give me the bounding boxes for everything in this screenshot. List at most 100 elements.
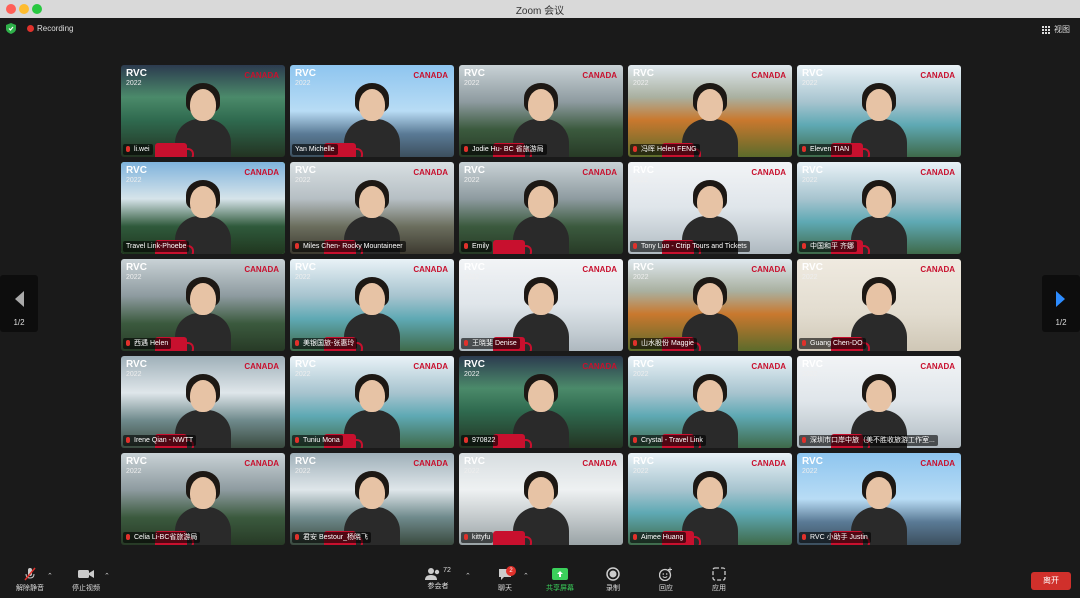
participant-tile[interactable]: RVC 2022 CANADA Tuniu Mona (290, 356, 454, 448)
share-screen-button[interactable]: 共享屏幕 (540, 567, 580, 593)
window-titlebar: Zoom 会议 (0, 0, 1080, 19)
canada-logo: CANADA (244, 265, 279, 274)
rvc-logo: RVC 2022 (295, 68, 316, 88)
participant-tile[interactable]: RVC 2022 CANADA Crystal - Travel Link (628, 356, 792, 448)
video-options-caret-icon[interactable]: ⌃ (104, 572, 110, 580)
participant-tile[interactable]: RVC 2022 CANADA 970822 (459, 356, 623, 448)
rvc-logo: RVC 2022 (295, 456, 316, 476)
smiley-plus-icon (659, 567, 672, 581)
mic-muted-icon (802, 534, 806, 540)
reactions-button[interactable]: 回应 (653, 567, 679, 593)
leave-meeting-button[interactable]: 离开 (1031, 572, 1071, 590)
participant-tile[interactable]: RVC 2022 CANADA Celia Li-BC省旅游局 (121, 453, 285, 545)
rvc-logo: RVC 2022 (802, 456, 823, 476)
participant-name: Miles Chen- Rocky Mountaineer (292, 241, 406, 252)
canada-logo: CANADA (582, 362, 617, 371)
participant-tile[interactable]: RVC 2022 CANADA li.wei (121, 65, 285, 157)
unmute-label: 解除静音 (16, 585, 44, 592)
mic-muted-icon (633, 534, 637, 540)
participant-video (324, 374, 400, 448)
participant-name: 冯晖 Helen FENG (630, 144, 700, 155)
participant-tile[interactable]: RVC 2022 CANADA Travel Link-Phoebe (121, 162, 285, 254)
participant-video (155, 277, 231, 351)
canada-logo: CANADA (413, 168, 448, 177)
participants-label: 参会者 (427, 583, 449, 590)
participants-caret-icon[interactable]: ⌃ (465, 572, 471, 580)
canada-logo: CANADA (751, 71, 786, 80)
participant-tile[interactable]: RVC 2022 CANADA Jodie Hu- BC 省旅游局 (459, 65, 623, 157)
participant-tile[interactable]: RVC 2022 CANADA 西遇 Helen (121, 259, 285, 351)
mic-muted-icon (802, 146, 806, 152)
next-page-button[interactable]: 1/2 (1042, 275, 1080, 332)
participant-name: 西遇 Helen (123, 338, 172, 349)
rvc-logo: RVC 2022 (126, 165, 147, 185)
participant-tile[interactable]: RVC 2022 CANADA 深圳市口岸中旅（美不胜收旅游工作室... (797, 356, 961, 448)
participant-tile[interactable]: RVC 2022 CANADA Guang Chen-DO (797, 259, 961, 351)
participant-tile[interactable]: RVC 2022 CANADA 美银国旅-张惠玲 (290, 259, 454, 351)
participants-button[interactable]: 72 参会者 (420, 567, 456, 591)
apps-label: 应用 (712, 585, 726, 592)
participant-video (493, 471, 569, 545)
window-title: Zoom 会议 (515, 6, 565, 17)
participant-name: Tuniu Mona (292, 435, 343, 446)
stop-video-button[interactable]: 停止视频 (66, 567, 106, 593)
rvc-logo: RVC 2022 (633, 68, 654, 88)
participant-video (493, 180, 569, 254)
rvc-logo: RVC 2022 (802, 68, 823, 88)
participant-name: 君安 Bestour_杨晓飞 (292, 532, 371, 543)
participant-tile[interactable]: RVC 2022 CANADA Aimee Huang (628, 453, 792, 545)
participant-tile[interactable]: RVC 2022 CANADA 山水股份 Maggie (628, 259, 792, 351)
participant-name: 中国和平 齐娜 (799, 241, 857, 252)
previous-page-button[interactable]: 1/2 (0, 275, 38, 332)
canada-logo: CANADA (244, 362, 279, 371)
record-button[interactable]: 录制 (600, 567, 626, 593)
participant-name: 美银国旅-张惠玲 (292, 338, 358, 349)
canada-logo: CANADA (751, 168, 786, 177)
audio-options-caret-icon[interactable]: ⌃ (47, 572, 53, 580)
participant-tile[interactable]: RVC 2022 CANADA kittyfu (459, 453, 623, 545)
participant-tile[interactable]: RVC 2022 CANADA Emily (459, 162, 623, 254)
recording-indicator[interactable]: Recording (27, 24, 73, 33)
participant-tile[interactable]: RVC 2022 CANADA Yan Michelle (290, 65, 454, 157)
participant-tile[interactable]: RVC 2022 CANADA 君安 Bestour_杨晓飞 (290, 453, 454, 545)
participant-name: 970822 (461, 435, 499, 446)
rvc-logo: RVC 2022 (464, 165, 485, 185)
security-shield-icon[interactable] (6, 23, 16, 34)
mic-muted-icon (464, 146, 468, 152)
canada-logo: CANADA (751, 362, 786, 371)
canada-logo: CANADA (920, 265, 955, 274)
recording-label: Recording (37, 24, 74, 33)
rvc-logo: RVC 2022 (295, 262, 316, 282)
unmute-button[interactable]: 解除静音 (10, 567, 50, 593)
participant-tile[interactable]: RVC 2022 CANADA Eleven TIAN (797, 65, 961, 157)
participant-tile[interactable]: RVC 2022 CANADA 王晓斐 Denise (459, 259, 623, 351)
participant-tile[interactable]: RVC 2022 CANADA 冯晖 Helen FENG (628, 65, 792, 157)
participant-name: Guang Chen-DO (799, 338, 866, 349)
rvc-logo: RVC 2022 (633, 262, 654, 282)
participant-name: Aimee Huang (630, 532, 687, 543)
participant-tile[interactable]: RVC 2022 CANADA RVC 小助手 Justin (797, 453, 961, 545)
apps-button[interactable]: 应用 (706, 567, 732, 593)
mic-muted-icon (633, 146, 637, 152)
meeting-toolbar: 解除静音 ⌃ 停止视频 ⌃ 72 参会者 ⌃ 2 聊天 ⌃ 共享屏幕 录制 回应… (0, 564, 1080, 598)
participant-tile[interactable]: RVC 2022 CANADA Irene Qian - NWTT (121, 356, 285, 448)
participant-name: Jodie Hu- BC 省旅游局 (461, 144, 547, 155)
canada-logo: CANADA (413, 71, 448, 80)
participant-tile[interactable]: RVC 2022 CANADA 中国和平 齐娜 (797, 162, 961, 254)
canada-logo: CANADA (413, 362, 448, 371)
share-screen-label: 共享屏幕 (546, 585, 574, 592)
participant-name: 深圳市口岸中旅（美不胜收旅游工作室... (799, 435, 938, 446)
participant-tile[interactable]: RVC 2022 CANADA Tony Luo - Ctrip Tours and … (628, 162, 792, 254)
participant-name: RVC 小助手 Justin (799, 532, 871, 543)
rvc-logo: RVC 2022 (464, 68, 485, 88)
canada-logo: CANADA (413, 265, 448, 274)
chat-label: 聊天 (498, 585, 512, 592)
view-button[interactable]: 视图 (1042, 24, 1070, 35)
chat-caret-icon[interactable]: ⌃ (523, 572, 529, 580)
chat-button[interactable]: 2 聊天 (490, 566, 520, 593)
participant-video (493, 277, 569, 351)
participant-name: Yan Michelle (292, 144, 338, 155)
rvc-logo: RVC 2022 (633, 456, 654, 476)
rvc-logo: RVC 2022 (802, 262, 823, 282)
participant-tile[interactable]: RVC 2022 CANADA Miles Chen- Rocky Mountaine… (290, 162, 454, 254)
